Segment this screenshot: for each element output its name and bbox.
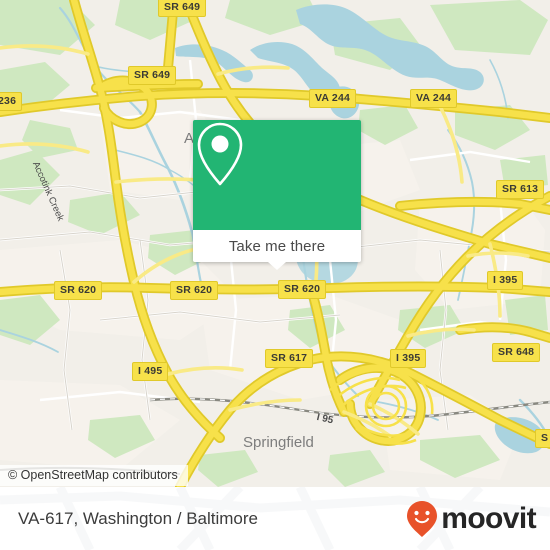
shield-label: VA 244 [416,92,452,104]
shield-sr-620-right[interactable]: SR 620 [278,280,327,299]
page-title: VA-617, Washington / Baltimore [18,508,259,528]
moovit-map-screenshot: SR 649 SR 649 236 VA 244 VA 244 SR 613 I… [0,0,550,550]
place-label-springfield: Springfield [243,434,314,451]
shield-sr-649-top[interactable]: SR 649 [158,0,207,17]
shield-label: I 395 [396,352,421,364]
shield-label: SR 620 [176,284,213,296]
shield-label: I 395 [493,274,518,286]
card-pointer-tail [268,262,286,270]
shield-right-edge-clipped[interactable]: S [535,429,550,448]
shield-sr-620-mid[interactable]: SR 620 [170,281,219,300]
shield-sr-620-left[interactable]: SR 620 [54,281,103,300]
destination-popup-card[interactable]: Take me there [193,120,361,270]
shield-label: I 495 [138,365,163,377]
shield-label: SR 620 [284,283,321,295]
moovit-brand-logo[interactable]: moovit [406,500,537,538]
shield-label: SR 617 [271,352,308,364]
shield-sr-617[interactable]: SR 617 [265,349,314,368]
shield-va-244-right[interactable]: VA 244 [410,89,458,108]
osm-attribution-text: © OpenStreetMap contributors [8,468,178,482]
moovit-smiley-pin-icon [407,500,438,537]
take-me-there-button[interactable]: Take me there [193,230,361,270]
osm-attribution[interactable]: © OpenStreetMap contributors [0,465,188,486]
shield-sr-648[interactable]: SR 648 [492,343,541,362]
shield-label: SR 648 [498,346,535,358]
shield-label: 236 [0,95,17,107]
shield-label: VA 244 [315,92,351,104]
footer-bar: VA-617, Washington / Baltimore moovit [0,487,550,550]
shield-i-395-bottom[interactable]: I 395 [390,349,427,368]
card-header [193,120,361,230]
shield-sr-613[interactable]: SR 613 [496,180,545,199]
shield-label: SR 613 [502,183,539,195]
shield-va-244-left[interactable]: VA 244 [309,89,357,108]
shield-label: S [541,432,549,444]
shield-236[interactable]: 236 [0,92,23,111]
shield-i-395-right[interactable]: I 395 [487,271,524,290]
shield-sr-649-left[interactable]: SR 649 [128,66,177,85]
map-canvas[interactable]: SR 649 SR 649 236 VA 244 VA 244 SR 613 I… [0,0,550,487]
shield-label: SR 649 [164,1,201,13]
shield-label: SR 649 [134,69,171,81]
moovit-wordmark: moovit [441,501,536,535]
shield-i-495[interactable]: I 495 [132,362,169,381]
shield-label: SR 620 [60,284,97,296]
map-pin-icon [197,122,243,186]
take-me-there-label: Take me there [228,237,326,255]
